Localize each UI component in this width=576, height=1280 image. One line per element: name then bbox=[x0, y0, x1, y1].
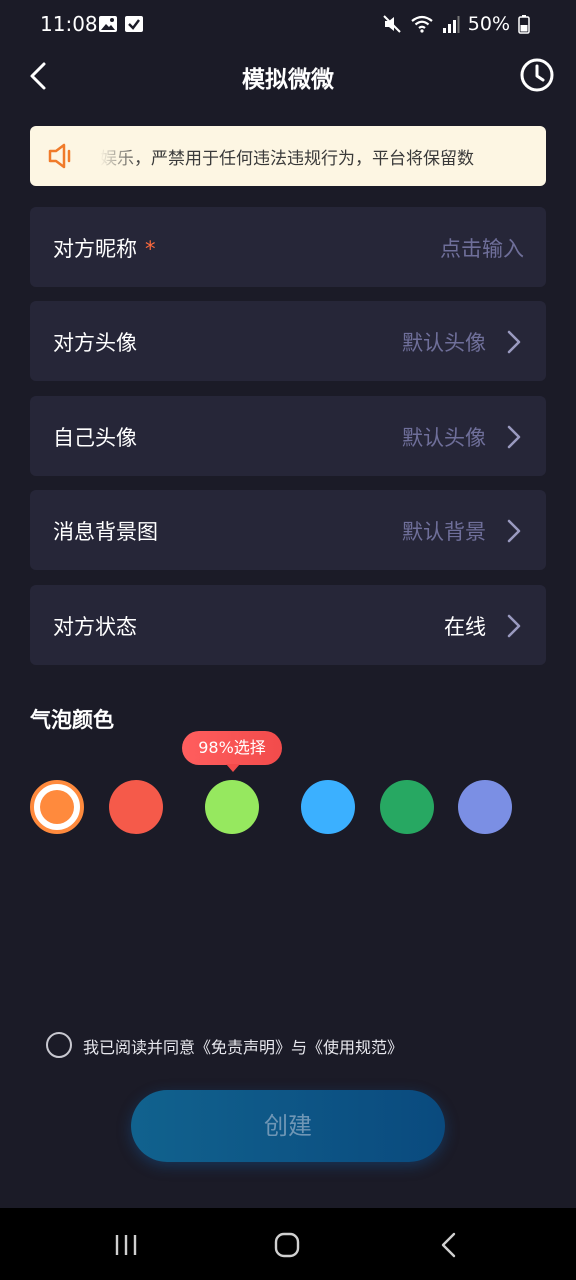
wifi-icon bbox=[411, 15, 433, 33]
message-background-row[interactable]: 消息背景图 默认背景 bbox=[30, 490, 546, 570]
system-nav-bar bbox=[0, 1208, 576, 1280]
chevron-right-icon bbox=[507, 425, 521, 449]
status-bar: 11:08 50% bbox=[0, 0, 576, 48]
message-background-value: 默认背景 bbox=[402, 520, 486, 544]
signal-icon bbox=[442, 16, 460, 33]
other-status-value: 在线 bbox=[444, 615, 486, 639]
selected-swatch-inner bbox=[40, 790, 74, 824]
notice-banner: 娱乐，严禁用于任何违法违规行为，平台将保留数 bbox=[30, 126, 546, 186]
system-icons: 50% bbox=[382, 13, 530, 35]
color-swatch-green[interactable] bbox=[380, 780, 434, 834]
other-status-row[interactable]: 对方状态 在线 bbox=[30, 585, 546, 665]
battery-icon bbox=[518, 15, 530, 34]
color-swatch-red[interactable] bbox=[109, 780, 163, 834]
recent-apps-icon[interactable] bbox=[109, 1230, 143, 1260]
chevron-right-icon bbox=[507, 614, 521, 638]
self-avatar-row[interactable]: 自己头像 默认头像 bbox=[30, 396, 546, 476]
color-swatch-light-green[interactable] bbox=[205, 780, 259, 834]
chevron-right-icon bbox=[507, 330, 521, 354]
self-avatar-label: 自己头像 bbox=[53, 426, 137, 450]
chevron-right-icon bbox=[507, 519, 521, 543]
speaker-icon bbox=[48, 143, 71, 169]
page-title: 模拟微微 bbox=[242, 67, 334, 93]
home-icon[interactable] bbox=[270, 1230, 304, 1260]
mute-icon bbox=[383, 15, 401, 33]
color-swatch-orange[interactable] bbox=[30, 780, 84, 834]
bubble-color-title: 气泡颜色 bbox=[30, 708, 114, 732]
color-swatch-blue[interactable] bbox=[301, 780, 355, 834]
nickname-label-text: 对方昵称 bbox=[53, 237, 137, 261]
popular-tip-badge: 98%选择 bbox=[182, 731, 282, 772]
other-avatar-row[interactable]: 对方头像 默认头像 bbox=[30, 301, 546, 381]
nickname-row[interactable]: 对方昵称 * 点击输入 bbox=[30, 207, 546, 287]
nav-header: 模拟微微 bbox=[0, 48, 576, 104]
color-swatch-periwinkle[interactable] bbox=[458, 780, 512, 834]
self-avatar-value: 默认头像 bbox=[402, 426, 486, 450]
checkbox-notification-icon bbox=[125, 16, 143, 32]
status-time: 11:08 bbox=[40, 12, 98, 36]
create-button[interactable]: 创建 bbox=[131, 1090, 445, 1162]
nickname-label: 对方昵称 * bbox=[53, 233, 156, 263]
agreement-checkbox[interactable] bbox=[46, 1032, 72, 1058]
notice-text: 娱乐，严禁用于任何违法违规行为，平台将保留数 bbox=[100, 149, 474, 169]
other-avatar-label: 对方头像 bbox=[53, 331, 137, 355]
nickname-input[interactable]: 点击输入 bbox=[440, 233, 524, 263]
other-status-label: 对方状态 bbox=[53, 615, 137, 639]
other-avatar-value: 默认头像 bbox=[402, 331, 486, 355]
agreement-row[interactable]: 我已阅读并同意《免责声明》与《使用规范》 bbox=[46, 1032, 446, 1058]
gallery-icon bbox=[99, 16, 117, 32]
message-background-label: 消息背景图 bbox=[53, 520, 158, 544]
history-clock-icon[interactable] bbox=[518, 56, 556, 94]
battery-percent: 50% bbox=[467, 13, 510, 35]
back-nav-icon[interactable] bbox=[432, 1230, 466, 1260]
notification-icons bbox=[98, 14, 144, 34]
agreement-text[interactable]: 我已阅读并同意《免责声明》与《使用规范》 bbox=[83, 1034, 403, 1058]
required-star: * bbox=[145, 237, 156, 261]
